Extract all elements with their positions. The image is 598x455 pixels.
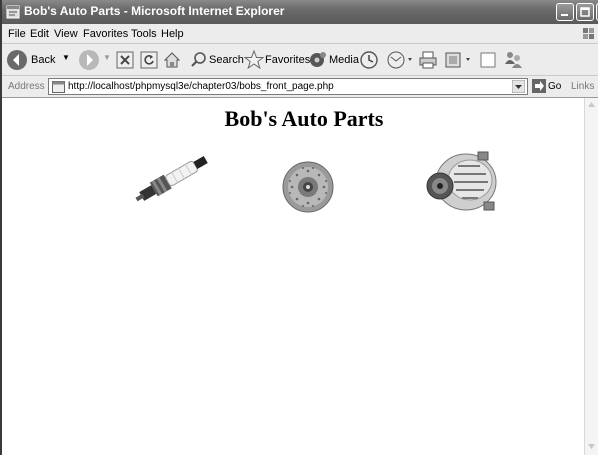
alternator-image [426,151,497,211]
page-icon [52,81,65,93]
favorites-label: Favorites [265,54,311,66]
page-content: Bob's Auto Parts [2,98,584,455]
edit-icon[interactable] [444,50,474,70]
back-arrow-icon [7,50,27,70]
address-url: http://localhost/phpmysql3e/chapter03/bo… [68,81,334,92]
browser-window: Bob's Auto Parts - Microsoft Internet Ex… [0,0,598,455]
address-input[interactable]: http://localhost/phpmysql3e/chapter03/bo… [48,78,528,95]
history-icon[interactable] [359,50,379,70]
address-bar: Address http://localhost/phpmysql3e/chap… [2,76,598,98]
refresh-icon[interactable] [140,51,158,69]
media-button[interactable]: Media [308,50,359,70]
favorites-button[interactable]: Favorites [244,50,310,70]
search-icon [191,52,206,67]
standard-toolbar: Back ▼ ▼ Search Favorites Media [2,44,598,76]
menu-tools[interactable]: Tools [131,28,157,40]
search-button[interactable]: Search [190,50,244,70]
maximize-icon [580,7,590,17]
menu-edit[interactable]: Edit [30,28,49,40]
back-button[interactable]: Back ▼ [6,49,76,71]
menu-bar: File Edit View Favorites Tools Help [2,24,598,44]
vertical-scrollbar[interactable] [584,98,598,455]
messenger-icon[interactable] [502,49,524,71]
media-icon [310,52,326,67]
ie-page-icon [6,5,20,19]
address-dropdown-icon[interactable] [512,80,525,93]
stop-icon[interactable] [116,51,134,69]
search-label: Search [209,54,244,66]
scroll-down-arrow-icon[interactable] [587,442,596,451]
maximize-button[interactable] [576,3,594,21]
back-label: Back [31,54,56,66]
menu-file[interactable]: File [8,28,26,40]
address-label: Address [8,81,45,92]
back-dropdown-icon[interactable]: ▼ [62,53,70,62]
window-title: Bob's Auto Parts - Microsoft Internet Ex… [24,4,285,18]
go-button[interactable]: Go [532,79,562,95]
minimize-icon [561,14,568,16]
print-icon[interactable] [418,50,438,70]
forward-dropdown-icon[interactable]: ▼ [103,53,111,62]
minimize-button[interactable] [556,3,574,21]
favorites-star-icon [244,50,264,70]
brake-disc-image [282,161,334,213]
forward-button[interactable]: ▼ [78,49,112,71]
spark-plug-image [135,156,208,202]
title-bar: Bob's Auto Parts - Microsoft Internet Ex… [2,0,598,24]
media-label: Media [329,54,359,66]
go-arrow-icon [532,79,546,93]
home-icon[interactable] [162,50,182,70]
forward-arrow-icon [79,50,99,70]
mail-icon[interactable] [386,50,416,70]
scroll-up-arrow-icon[interactable] [587,100,596,109]
links-button[interactable]: Links [571,81,594,92]
menu-favorites[interactable]: Favorites [83,28,128,40]
page-heading: Bob's Auto Parts [224,106,384,131]
menu-help[interactable]: Help [161,28,184,40]
menu-view[interactable]: View [54,28,78,40]
windows-logo-icon [583,28,594,39]
go-label: Go [548,81,562,92]
discuss-icon[interactable] [478,50,498,70]
